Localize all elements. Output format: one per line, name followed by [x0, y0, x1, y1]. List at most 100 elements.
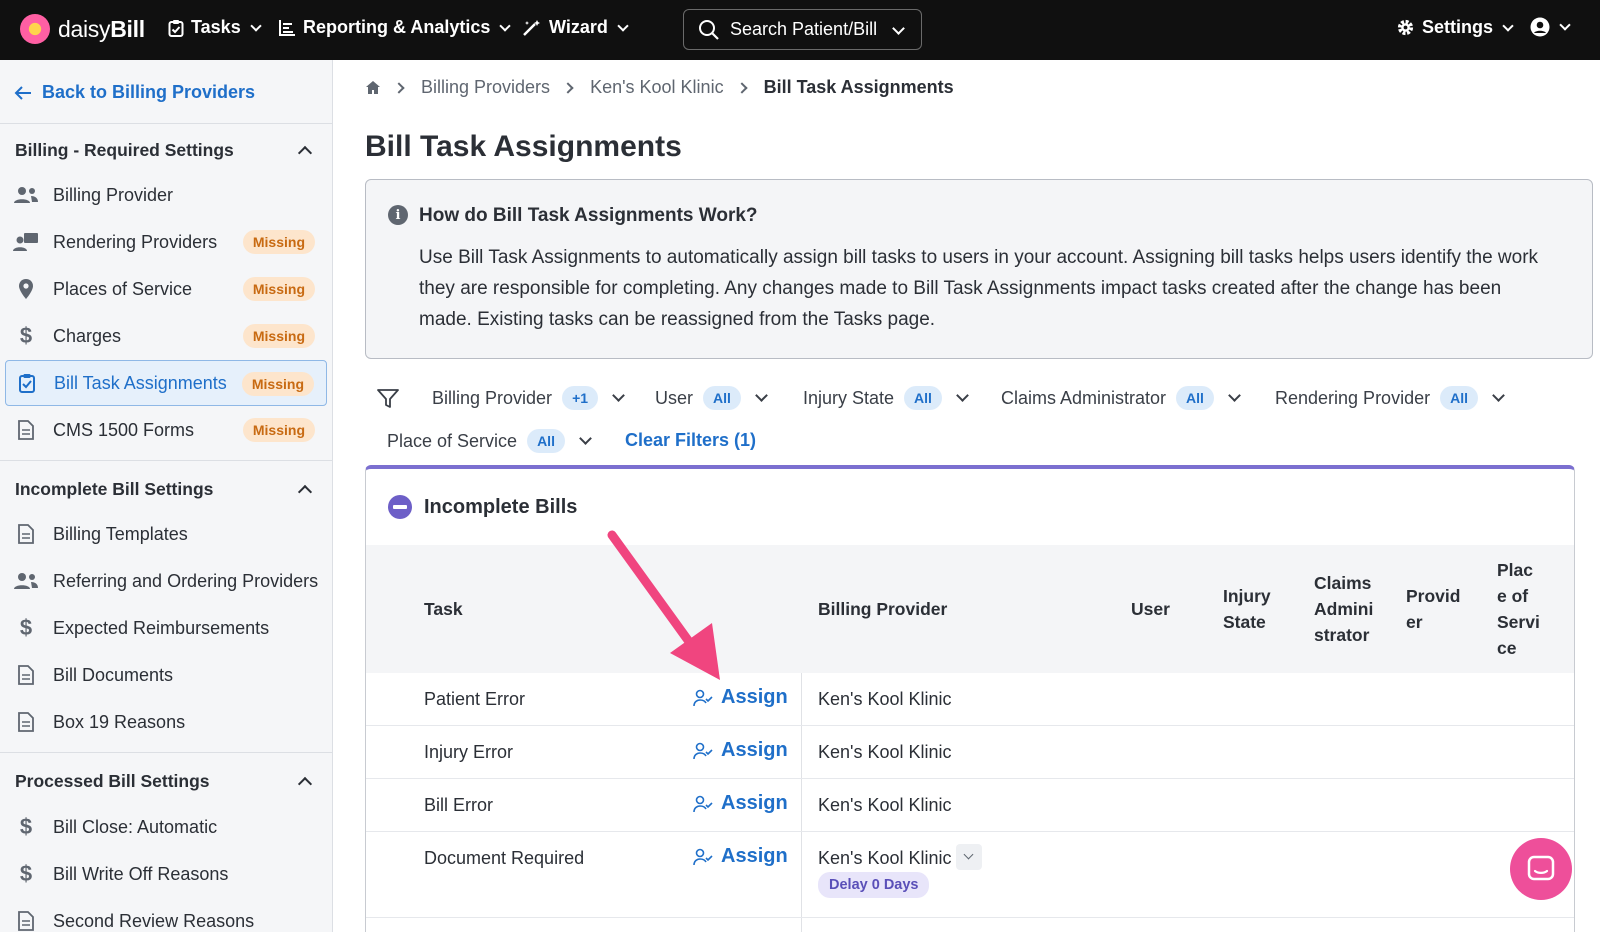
filter-value-pill: +1: [562, 386, 599, 410]
filter-icon: [377, 389, 399, 408]
chevron-down-icon: [579, 432, 592, 445]
filter-rendering-provider[interactable]: Rendering Provider All: [1275, 386, 1505, 410]
section-heading-billing-required[interactable]: Billing - Required Settings: [15, 140, 234, 161]
chevron-up-icon[interactable]: [297, 484, 313, 500]
delay-badge: Delay 0 Days: [818, 872, 930, 898]
chevron-up-icon[interactable]: [297, 145, 313, 161]
missing-badge: Missing: [242, 324, 315, 348]
clear-filters-link[interactable]: Clear Filters (1): [625, 430, 756, 451]
info-icon: i: [388, 205, 408, 225]
card-header[interactable]: Incomplete Bills: [366, 469, 1574, 545]
back-label: Back to Billing Providers: [42, 82, 256, 102]
assign-button[interactable]: Assign: [693, 686, 788, 709]
sidebar-item-label: Second Review Reasons: [53, 910, 255, 931]
dollar-icon: $: [19, 861, 33, 886]
nav-tasks-label: Tasks: [191, 17, 241, 37]
user-board-icon: [13, 229, 39, 255]
sidebar-item-bill-documents[interactable]: Bill Documents: [5, 652, 327, 698]
sidebar-item-label: Referring and Ordering Providers: [53, 570, 319, 591]
magic-wand-icon: [523, 19, 540, 36]
filter-value-pill: All: [904, 386, 942, 410]
nav-reporting-label: Reporting & Analytics: [303, 17, 491, 37]
sidebar-item-places-of-service[interactable]: Places of Service Missing: [5, 266, 327, 312]
nav-tasks[interactable]: Tasks: [168, 17, 262, 38]
filter-injury-state[interactable]: Injury State All: [803, 386, 969, 410]
chevron-down-icon: [892, 22, 905, 35]
filter-claims-administrator[interactable]: Claims Administrator All: [1001, 386, 1241, 410]
sidebar-item-label: Billing Templates: [53, 523, 188, 544]
sidebar-item-bill-task-assignments[interactable]: Bill Task Assignments Missing: [5, 360, 327, 406]
sidebar-item-expected-reimbursements[interactable]: $ Expected Reimbursements: [5, 605, 327, 651]
filter-label: User: [655, 387, 694, 408]
support-chat-button[interactable]: [1510, 838, 1572, 900]
sidebar-item-second-review-reasons[interactable]: Second Review Reasons: [5, 898, 327, 932]
breadcrumb-billing-providers[interactable]: Billing Providers: [421, 77, 550, 98]
filter-value-pill: All: [527, 429, 565, 453]
sidebar-item-billing-provider[interactable]: Billing Provider: [5, 172, 327, 218]
document-icon: [13, 417, 39, 443]
chevron-up-icon[interactable]: [297, 776, 313, 792]
clipboard-check-icon: [168, 19, 184, 37]
nav-wizard[interactable]: Wizard: [522, 17, 629, 38]
sidebar-item-label: Bill Write Off Reasons: [53, 863, 229, 884]
column-header-billing-provider: Billing Provider: [818, 599, 948, 619]
table-header: Task Billing Provider User Injury State …: [366, 545, 1574, 673]
expand-row-button[interactable]: [956, 844, 982, 870]
assign-button[interactable]: Assign: [693, 739, 788, 762]
chevron-down-icon: [755, 389, 768, 402]
filter-value-pill: All: [703, 386, 741, 410]
map-pin-icon: [13, 276, 39, 302]
assign-button[interactable]: Assign: [693, 792, 788, 815]
search-patient-bill[interactable]: Search Patient/Bill: [683, 9, 922, 50]
chevron-down-icon: [1559, 19, 1571, 31]
search-label: Search Patient/Bill: [730, 19, 878, 39]
dollar-icon: $: [19, 615, 33, 640]
sidebar-item-charges[interactable]: $ Charges Missing: [5, 313, 327, 359]
filter-place-of-service[interactable]: Place of Service All: [387, 429, 592, 453]
collapse-minus-icon[interactable]: [388, 495, 412, 519]
user-account-menu[interactable]: [1530, 17, 1571, 37]
task-name: Patient Error: [424, 689, 526, 709]
nav-settings[interactable]: Settings: [1396, 17, 1514, 38]
daisybill-logo[interactable]: daisyBill: [20, 14, 145, 44]
nav-reporting-analytics[interactable]: Reporting & Analytics: [278, 17, 512, 38]
sidebar-item-bill-write-off-reasons[interactable]: $ Bill Write Off Reasons: [5, 851, 327, 897]
divider: [0, 752, 332, 753]
document-icon: [13, 662, 39, 688]
divider: [0, 123, 332, 124]
filter-label: Rendering Provider: [1275, 387, 1431, 408]
sidebar-item-rendering-providers[interactable]: Rendering Providers Missing: [5, 219, 327, 265]
sidebar-item-label: Bill Documents: [53, 664, 174, 685]
sidebar-item-label: Expected Reimbursements: [53, 617, 270, 638]
sidebar-item-cms-1500-forms[interactable]: CMS 1500 Forms Missing: [5, 407, 327, 453]
user-check-icon: [693, 742, 713, 759]
sidebar-item-label: Bill Close: Automatic: [53, 816, 218, 837]
sidebar-item-box-19-reasons[interactable]: Box 19 Reasons: [5, 699, 327, 745]
column-header-injury-state: Injury State: [1223, 586, 1271, 632]
nav-wizard-label: Wizard: [549, 17, 608, 37]
breadcrumb-provider[interactable]: Ken's Kool Klinic: [590, 77, 724, 98]
sidebar-item-label: Box 19 Reasons: [53, 711, 186, 732]
missing-badge: Missing: [241, 372, 314, 396]
dollar-icon: $: [19, 814, 33, 839]
chevron-down-icon: [1228, 389, 1241, 402]
column-header-user: User: [1131, 599, 1170, 619]
filter-value-pill: All: [1176, 386, 1214, 410]
table-row: Patient Error Assign Ken's Kool Klinic: [366, 673, 1574, 726]
section-heading-processed-bill[interactable]: Processed Bill Settings: [15, 771, 210, 792]
info-box: i How do Bill Task Assignments Work? Use…: [365, 179, 1593, 359]
home-icon[interactable]: [365, 80, 381, 95]
sidebar-item-bill-close-automatic[interactable]: $ Bill Close: Automatic: [5, 804, 327, 850]
filter-label: Claims Administrator: [1001, 387, 1167, 408]
section-heading-incomplete-bill[interactable]: Incomplete Bill Settings: [15, 479, 213, 500]
column-header-provider: Provider: [1406, 586, 1461, 632]
filter-label: Injury State: [803, 387, 895, 408]
column-header-claims-administrator: Claims Administrator: [1314, 573, 1374, 645]
column-header-task: Task: [424, 599, 463, 619]
sidebar-item-billing-templates[interactable]: Billing Templates: [5, 511, 327, 557]
back-to-billing-providers-link[interactable]: Back to Billing Providers: [14, 82, 255, 103]
assign-button[interactable]: Assign: [693, 845, 788, 868]
filter-billing-provider[interactable]: Billing Provider +1: [432, 386, 625, 410]
filter-user[interactable]: User All: [655, 386, 768, 410]
sidebar-item-referring-ordering-providers[interactable]: Referring and Ordering Providers: [5, 558, 327, 604]
